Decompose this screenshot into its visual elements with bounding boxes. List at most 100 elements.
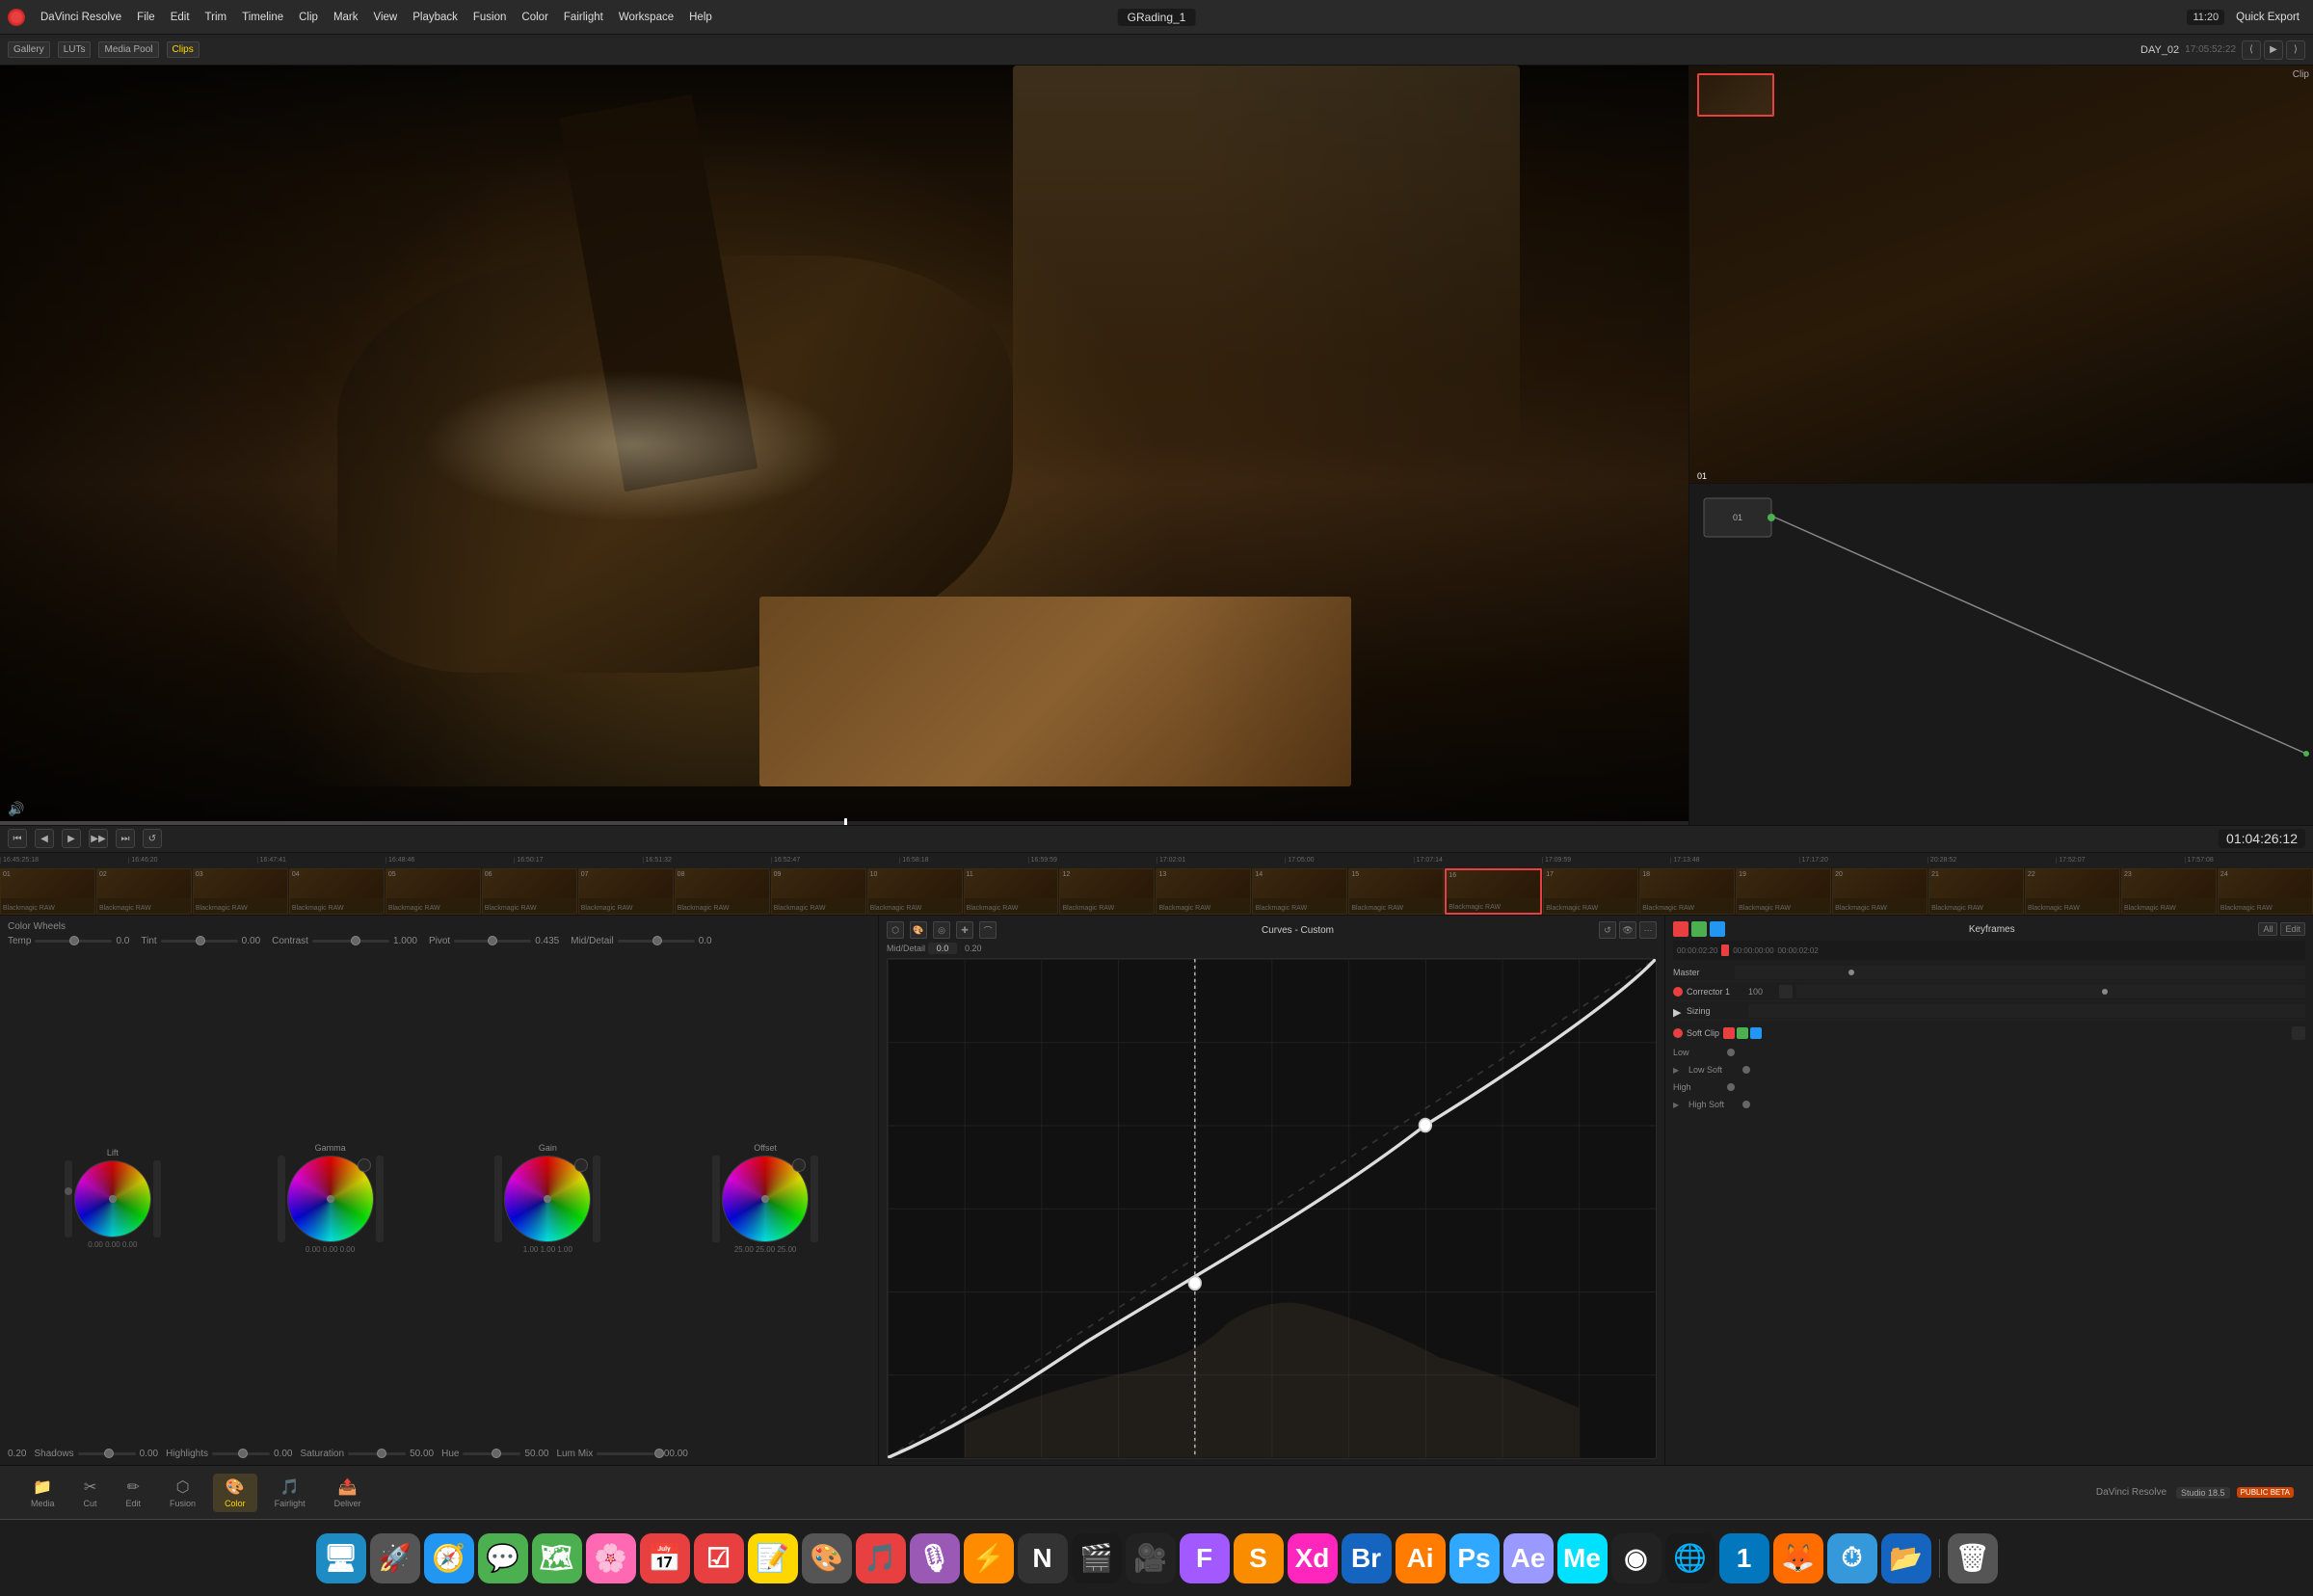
viewer-btn-3[interactable]: ⟩ — [2286, 40, 2305, 60]
node-green-btn[interactable] — [1691, 921, 1707, 937]
module-deliver[interactable]: 📤 Deliver — [323, 1474, 373, 1512]
module-color[interactable]: 🎨 Color — [213, 1474, 257, 1512]
clip-24[interactable]: 24 Blackmagic RAW — [2218, 868, 2313, 916]
dock-trash[interactable]: 🗑 — [1948, 1533, 1998, 1583]
video-viewer[interactable]: 🔊 — [0, 66, 1688, 825]
dock-mediaencoder[interactable]: Me — [1557, 1533, 1608, 1583]
dock-onepassword[interactable]: 1 — [1719, 1533, 1769, 1583]
clip-19[interactable]: 19 Blackmagic RAW — [1736, 868, 1831, 916]
middetail-track[interactable] — [618, 940, 695, 943]
sc-highsoft-expand[interactable]: ▶ — [1673, 1101, 1683, 1109]
tc-fwd[interactable]: ▶▶ — [89, 829, 108, 848]
tc-next[interactable]: ⏭ — [116, 829, 135, 848]
clip-16[interactable]: 16 Blackmagic RAW — [1445, 868, 1542, 916]
dock-xd[interactable]: Xd — [1288, 1533, 1338, 1583]
node-red-btn[interactable] — [1673, 921, 1688, 937]
dock-maps[interactable]: 🗺 — [532, 1533, 582, 1583]
clip-07[interactable]: 07 Blackmagic RAW — [578, 868, 674, 916]
clip-22[interactable]: 22 Blackmagic RAW — [2025, 868, 2120, 916]
viewer-btn-1[interactable]: ⟨ — [2242, 40, 2261, 60]
dock-sketch[interactable]: S — [1234, 1533, 1284, 1583]
lummix-track[interactable] — [597, 1452, 654, 1455]
menu-color[interactable]: Color — [516, 10, 553, 25]
kf-all-btn[interactable]: All — [2258, 922, 2277, 936]
menu-trim[interactable]: Trim — [199, 10, 233, 25]
sc-red-btn[interactable] — [1723, 1027, 1735, 1039]
curves-tool-color[interactable]: 🎨 — [910, 921, 927, 939]
dock-notion[interactable]: N — [1018, 1533, 1068, 1583]
offset-wheel[interactable] — [722, 1156, 809, 1242]
module-media[interactable]: 📁 Media — [19, 1474, 66, 1512]
sc-blue-btn[interactable] — [1750, 1027, 1762, 1039]
module-fairlight[interactable]: 🎵 Fairlight — [263, 1474, 317, 1512]
menu-mark[interactable]: Mark — [328, 10, 364, 25]
dock-photoshop[interactable]: Ps — [1449, 1533, 1500, 1583]
module-cut[interactable]: ✂ Cut — [72, 1474, 109, 1512]
clip-09[interactable]: 09 Blackmagic RAW — [771, 868, 866, 916]
dock-amphetamine[interactable]: ⚡ — [964, 1533, 1014, 1583]
clip-03[interactable]: 03 Blackmagic RAW — [193, 868, 288, 916]
corrector1-kf-dot[interactable] — [2102, 989, 2108, 995]
gamma-reset[interactable] — [358, 1158, 371, 1172]
hue-track[interactable] — [463, 1452, 520, 1455]
dock-aftereffects[interactable]: Ae — [1503, 1533, 1554, 1583]
sizing-expand[interactable]: ▶ — [1673, 1006, 1683, 1016]
curves-tool-more[interactable]: ⋯ — [1639, 921, 1657, 939]
menu-fusion[interactable]: Fusion — [467, 10, 513, 25]
gain-reset[interactable] — [574, 1158, 588, 1172]
sc-green-btn[interactable] — [1737, 1027, 1748, 1039]
sc-settings[interactable] — [2292, 1026, 2305, 1040]
clip-17[interactable]: 17 Blackmagic RAW — [1543, 868, 1638, 916]
clip-21[interactable]: 21 Blackmagic RAW — [1928, 868, 2024, 916]
clip-11[interactable]: 11 Blackmagic RAW — [964, 868, 1059, 916]
tc-prev[interactable]: ⏮ — [8, 829, 27, 848]
menu-playback[interactable]: Playback — [407, 10, 464, 25]
dock-music[interactable]: 🎵 — [856, 1533, 906, 1583]
clip-13[interactable]: 13 Blackmagic RAW — [1156, 868, 1251, 916]
menu-timeline[interactable]: Timeline — [236, 10, 289, 25]
menu-view[interactable]: View — [368, 10, 404, 25]
dock-figma[interactable]: F — [1180, 1533, 1230, 1583]
dock-photos[interactable]: 🌸 — [586, 1533, 636, 1583]
clip-08[interactable]: 08 Blackmagic RAW — [675, 868, 770, 916]
dock-klokki[interactable]: ⏱ — [1827, 1533, 1877, 1583]
gallery-btn[interactable]: Gallery — [8, 41, 50, 58]
clip-14[interactable]: 14 Blackmagic RAW — [1252, 868, 1347, 916]
tc-loop[interactable]: ↺ — [143, 829, 162, 848]
temp-track[interactable] — [35, 940, 112, 943]
clip-20[interactable]: 20 Blackmagic RAW — [1832, 868, 1928, 916]
curves-tool-eye[interactable]: 👁 — [1619, 921, 1636, 939]
sc-lowsoft-expand[interactable]: ▶ — [1673, 1066, 1683, 1075]
menu-clip[interactable]: Clip — [293, 10, 324, 25]
clip-04[interactable]: 04 Blackmagic RAW — [289, 868, 385, 916]
dock-worldclock[interactable]: 🌐 — [1665, 1533, 1715, 1583]
dock-safari[interactable]: 🧭 — [424, 1533, 474, 1583]
contrast-track[interactable] — [312, 940, 389, 943]
clip-15[interactable]: 15 Blackmagic RAW — [1348, 868, 1444, 916]
menu-edit[interactable]: Edit — [165, 10, 196, 25]
kf-edit-btn[interactable]: Edit — [2280, 922, 2305, 936]
clip-01[interactable]: 01 Blackmagic RAW — [0, 868, 95, 916]
corrector1-icon[interactable] — [1779, 985, 1793, 998]
menu-file[interactable]: File — [131, 10, 161, 25]
curves-tool-picker[interactable]: ✚ — [956, 921, 973, 939]
dock-notes[interactable]: 📝 — [748, 1533, 798, 1583]
menu-help[interactable]: Help — [683, 10, 718, 25]
dock-reminders[interactable]: ☑ — [694, 1533, 744, 1583]
dock-firefox[interactable]: 🦊 — [1773, 1533, 1823, 1583]
curves-tool-node[interactable]: ⬡ — [887, 921, 904, 939]
quick-export-btn[interactable]: Quick Export — [2230, 10, 2305, 25]
clips-btn[interactable]: Clips — [167, 41, 199, 58]
offset-reset[interactable] — [792, 1158, 806, 1172]
dock-illustrator[interactable]: Ai — [1396, 1533, 1446, 1583]
dock-bridge[interactable]: Br — [1342, 1533, 1392, 1583]
curves-tool-reset[interactable]: ↺ — [1599, 921, 1616, 939]
highlights-track[interactable] — [212, 1452, 270, 1455]
curves-canvas[interactable] — [887, 958, 1657, 1459]
dock-launchpad[interactable]: 🚀 — [370, 1533, 420, 1583]
dock-blackmagic[interactable]: ◉ — [1611, 1533, 1662, 1583]
menu-davinci[interactable]: DaVinci Resolve — [35, 10, 127, 25]
clip-10[interactable]: 10 Blackmagic RAW — [867, 868, 963, 916]
module-fusion[interactable]: ⬡ Fusion — [158, 1474, 207, 1512]
clip-06[interactable]: 06 Blackmagic RAW — [482, 868, 577, 916]
